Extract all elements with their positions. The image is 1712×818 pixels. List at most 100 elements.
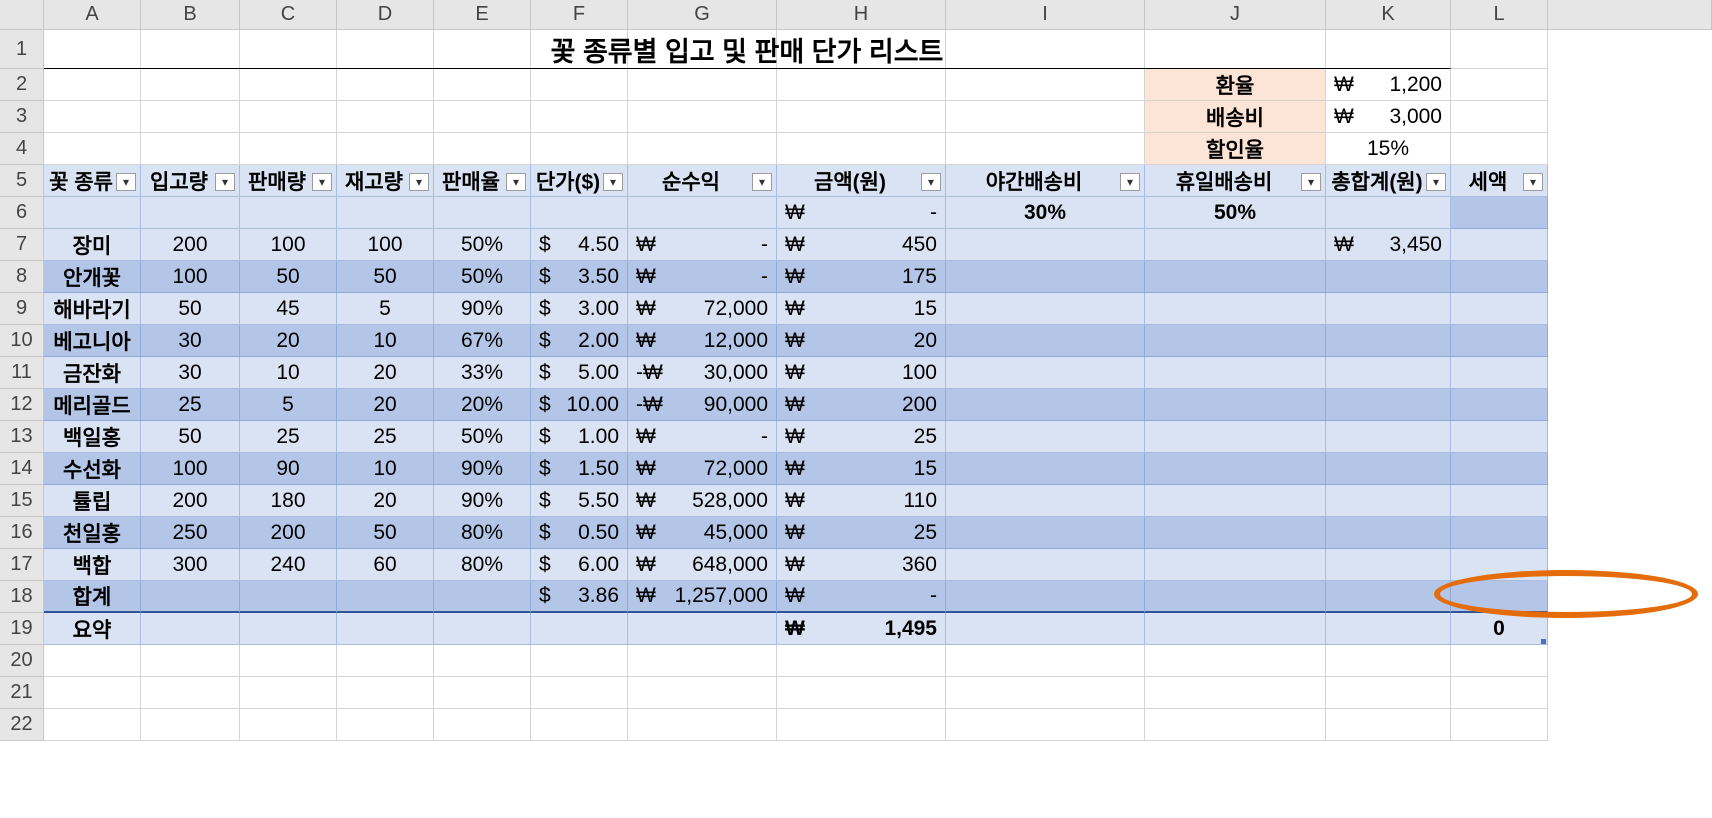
sales-rate[interactable]: 50% <box>434 261 531 293</box>
sales-rate[interactable]: 80% <box>434 549 531 581</box>
tax[interactable] <box>1451 453 1548 485</box>
sales-rate[interactable]: 90% <box>434 453 531 485</box>
summary-row-cell[interactable] <box>1326 613 1451 645</box>
holiday-shipping[interactable] <box>1145 293 1326 325</box>
grid-cell[interactable] <box>434 709 531 741</box>
grid-cell[interactable] <box>1451 677 1548 709</box>
sales-rate[interactable]: 20% <box>434 389 531 421</box>
grid-cell[interactable] <box>141 709 240 741</box>
summary-row-cell[interactable] <box>946 613 1145 645</box>
sales-rate[interactable]: 50% <box>434 421 531 453</box>
table-header-4[interactable]: 재고량 ▾ <box>337 165 434 197</box>
grid-cell[interactable] <box>434 645 531 677</box>
column-header-k[interactable]: K <box>1326 0 1451 30</box>
table-header-11[interactable]: 총합계(원) ▾ <box>1326 165 1451 197</box>
grid-cell[interactable] <box>531 677 628 709</box>
grid-cell[interactable] <box>1326 677 1451 709</box>
grand-total[interactable] <box>1326 389 1451 421</box>
stock-left[interactable]: 20 <box>337 485 434 517</box>
select-all-corner[interactable] <box>0 0 44 30</box>
unit-price[interactable]: $1.50 <box>531 453 628 485</box>
holiday-shipping[interactable] <box>1145 485 1326 517</box>
night-shipping[interactable] <box>946 325 1145 357</box>
summary-row-cell[interactable]: 0 <box>1451 613 1548 645</box>
filter-dropdown-icon[interactable]: ▾ <box>116 173 136 191</box>
night-shipping[interactable] <box>946 485 1145 517</box>
summary-row-cell[interactable] <box>337 613 434 645</box>
sold[interactable]: 200 <box>240 517 337 549</box>
grid-cell[interactable] <box>240 133 337 165</box>
filter-dropdown-icon[interactable]: ▾ <box>215 173 235 191</box>
grid-cell[interactable] <box>141 677 240 709</box>
amount-won[interactable]: ₩360 <box>777 549 946 581</box>
stock-in[interactable]: 300 <box>141 549 240 581</box>
total-row-cell[interactable]: ₩ - <box>777 581 946 613</box>
grid-cell[interactable] <box>531 133 628 165</box>
table-header-9[interactable]: 야간배송비 ▾ <box>946 165 1145 197</box>
grid-cell[interactable] <box>1451 133 1548 165</box>
holiday-shipping[interactable] <box>1145 389 1326 421</box>
stock-in[interactable]: 30 <box>141 357 240 389</box>
sold[interactable]: 45 <box>240 293 337 325</box>
row-header-9[interactable]: 9 <box>0 293 44 325</box>
grid-cell[interactable] <box>434 69 531 101</box>
grid-cell[interactable] <box>628 645 777 677</box>
column-header-j[interactable]: J <box>1145 0 1326 30</box>
summary-row-cell[interactable] <box>1145 613 1326 645</box>
grid-cell[interactable] <box>1451 30 1548 69</box>
stock-left[interactable]: 60 <box>337 549 434 581</box>
discount-label[interactable]: 할인율 <box>1145 133 1326 165</box>
row6-cell[interactable] <box>628 197 777 229</box>
stock-left[interactable]: 10 <box>337 453 434 485</box>
row-header-3[interactable]: 3 <box>0 101 44 133</box>
sold[interactable]: 10 <box>240 357 337 389</box>
filter-dropdown-icon[interactable]: ▾ <box>752 173 772 191</box>
grid-cell[interactable] <box>337 645 434 677</box>
tax[interactable] <box>1451 293 1548 325</box>
grand-total[interactable] <box>1326 453 1451 485</box>
table-header-6[interactable]: 단가($) ▾ <box>531 165 628 197</box>
grand-total[interactable] <box>1326 517 1451 549</box>
row-header-4[interactable]: 4 <box>0 133 44 165</box>
grid-cell[interactable] <box>946 133 1145 165</box>
row-header-18[interactable]: 18 <box>0 581 44 613</box>
grid-cell[interactable] <box>531 709 628 741</box>
column-header-l[interactable]: L <box>1451 0 1548 30</box>
row6-cell[interactable] <box>337 197 434 229</box>
row6-cell[interactable] <box>531 197 628 229</box>
total-row-cell[interactable]: 합계 <box>44 581 141 613</box>
row-header-21[interactable]: 21 <box>0 677 44 709</box>
night-shipping[interactable] <box>946 389 1145 421</box>
stock-in[interactable]: 50 <box>141 421 240 453</box>
exchange-label[interactable]: 환율 <box>1145 69 1326 101</box>
holiday-shipping[interactable] <box>1145 421 1326 453</box>
total-row-cell[interactable] <box>1326 581 1451 613</box>
summary-row-cell[interactable]: ₩1,495 <box>777 613 946 645</box>
grand-total[interactable] <box>1326 357 1451 389</box>
total-row-cell[interactable] <box>141 581 240 613</box>
summary-row-cell[interactable] <box>434 613 531 645</box>
total-row-cell[interactable] <box>946 581 1145 613</box>
stock-in[interactable]: 30 <box>141 325 240 357</box>
flower-name[interactable]: 튤립 <box>44 485 141 517</box>
column-header-e[interactable]: E <box>434 0 531 30</box>
grid-cell[interactable] <box>240 101 337 133</box>
grid-cell[interactable] <box>946 645 1145 677</box>
net-profit[interactable]: -₩ 90,000 <box>628 389 777 421</box>
row6-cell[interactable] <box>1326 197 1451 229</box>
grid-cell[interactable] <box>1145 677 1326 709</box>
amount-won[interactable]: ₩100 <box>777 357 946 389</box>
grid-cell[interactable] <box>946 101 1145 133</box>
grid-cell[interactable] <box>777 101 946 133</box>
grand-total[interactable] <box>1326 293 1451 325</box>
amount-won[interactable]: ₩110 <box>777 485 946 517</box>
stock-in[interactable]: 200 <box>141 229 240 261</box>
filter-dropdown-icon[interactable]: ▾ <box>312 173 332 191</box>
grid-cell[interactable] <box>240 677 337 709</box>
grid-cell[interactable] <box>1326 709 1451 741</box>
sold[interactable]: 90 <box>240 453 337 485</box>
flower-name[interactable]: 금잔화 <box>44 357 141 389</box>
grid-cell[interactable] <box>531 101 628 133</box>
sales-rate[interactable]: 33% <box>434 357 531 389</box>
sales-rate[interactable]: 90% <box>434 485 531 517</box>
